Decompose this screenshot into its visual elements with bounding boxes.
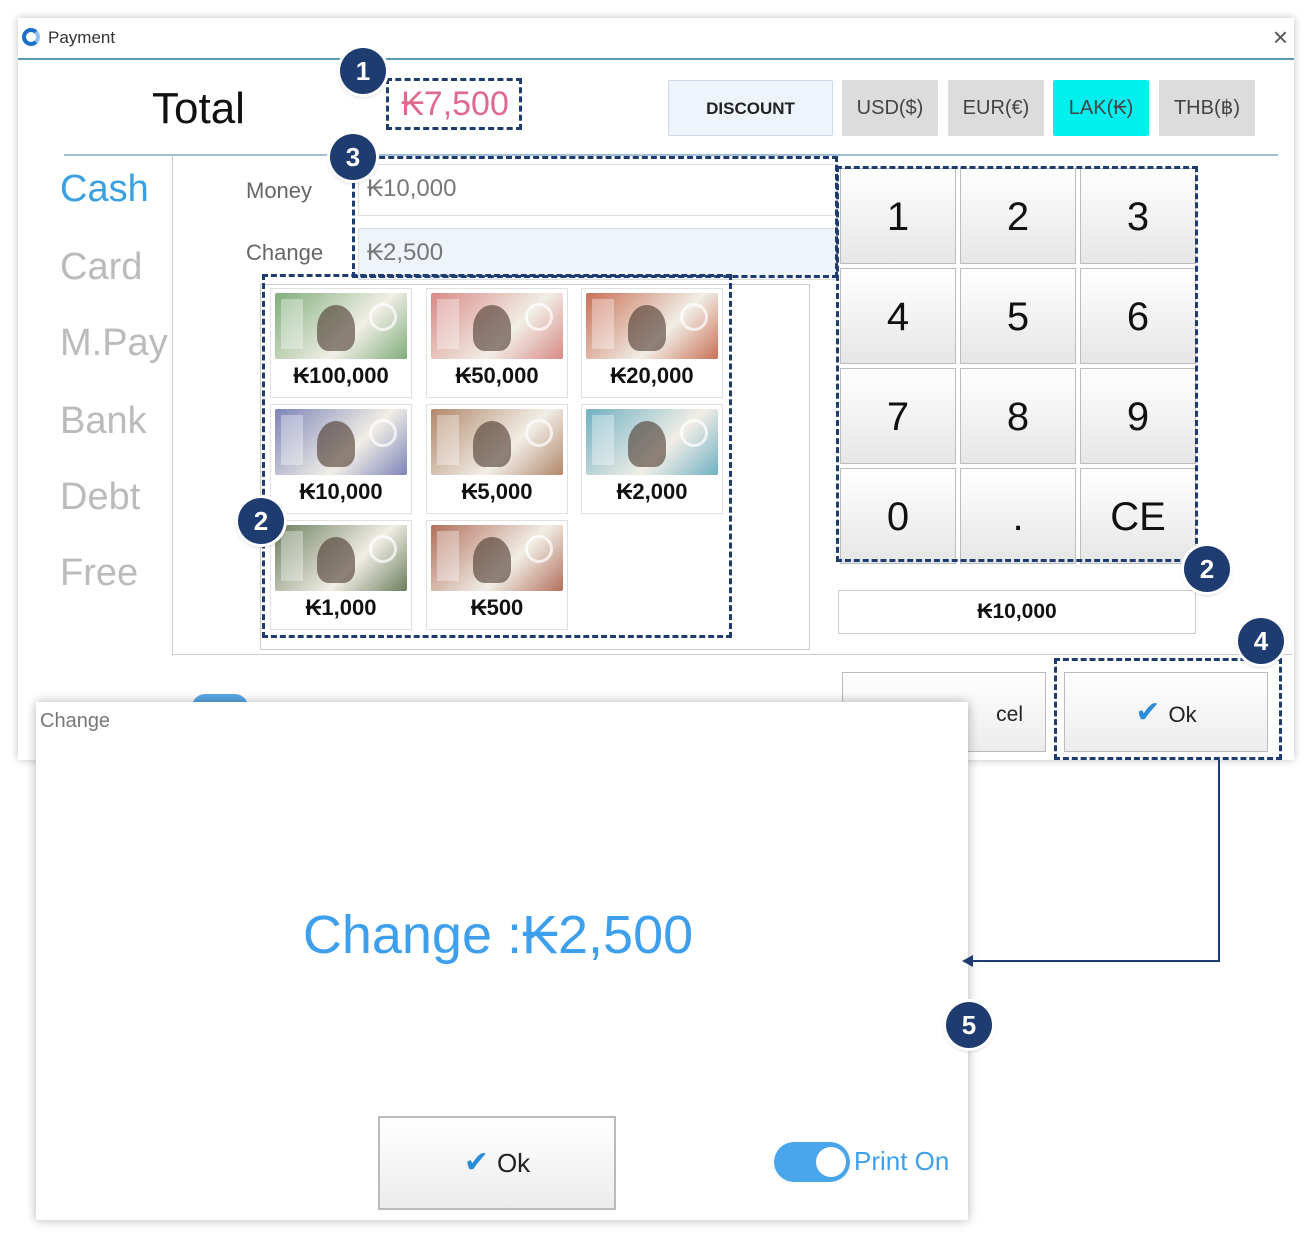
method-card[interactable]: Card xyxy=(60,246,142,289)
currency-thb-button[interactable]: THB(฿) xyxy=(1159,80,1255,136)
change-dialog: Change Change :₭2,500 ✔ Ok Print On xyxy=(36,702,968,1220)
total-label: Total xyxy=(152,84,245,133)
connector-arrowhead xyxy=(962,955,973,967)
annotation-badge: 5 xyxy=(946,1002,992,1048)
annotation-box-total xyxy=(386,78,522,130)
currency-lak-button[interactable]: LAK(₭) xyxy=(1053,80,1149,136)
annotation-badge: 4 xyxy=(1238,618,1284,664)
annotation-badge: 1 xyxy=(340,48,386,94)
change-label: Change xyxy=(246,240,324,265)
title-bar: Payment × xyxy=(18,18,1294,60)
method-bank[interactable]: Bank xyxy=(60,400,147,443)
cancel-label: cel xyxy=(996,703,1023,726)
content-divider xyxy=(172,654,1292,655)
annotation-badge: 3 xyxy=(330,134,376,180)
annotation-box-banknotes xyxy=(262,274,732,638)
print-on-toggle[interactable] xyxy=(774,1142,850,1182)
checkmark-icon: ✔ xyxy=(463,1146,489,1179)
discount-button[interactable]: DISCOUNT xyxy=(668,80,833,136)
change-message: Change :₭2,500 xyxy=(302,905,694,965)
method-free[interactable]: Free xyxy=(60,552,138,595)
window-title: Payment xyxy=(48,28,116,47)
method-debt[interactable]: Debt xyxy=(60,476,140,519)
toggle-knob xyxy=(816,1147,846,1177)
print-on-label: Print On xyxy=(854,1146,950,1176)
annotation-box-ok xyxy=(1054,658,1282,760)
connector-line xyxy=(972,960,1220,962)
dialog-ok-label: Ok xyxy=(496,1148,531,1178)
currency-usd-button[interactable]: USD($) xyxy=(842,80,938,136)
method-cash[interactable]: Cash xyxy=(60,168,149,211)
keypad-display: ₭10,000 xyxy=(838,590,1196,634)
money-label: Money xyxy=(246,178,313,203)
app-logo-icon xyxy=(22,28,40,46)
currency-eur-button[interactable]: EUR(€) xyxy=(948,80,1044,136)
dialog-ok-button[interactable]: ✔ Ok xyxy=(378,1116,616,1210)
sidebar-divider xyxy=(172,156,173,656)
annotation-badge: 2 xyxy=(1184,546,1230,592)
method-mpay[interactable]: M.Pay xyxy=(60,322,168,365)
annotation-box-keypad xyxy=(836,166,1198,562)
annotation-box-fields xyxy=(352,156,838,278)
close-icon[interactable]: × xyxy=(1273,22,1288,53)
dialog-title: Change xyxy=(40,710,111,732)
annotation-badge: 2 xyxy=(238,498,284,544)
connector-line xyxy=(1218,760,1220,962)
